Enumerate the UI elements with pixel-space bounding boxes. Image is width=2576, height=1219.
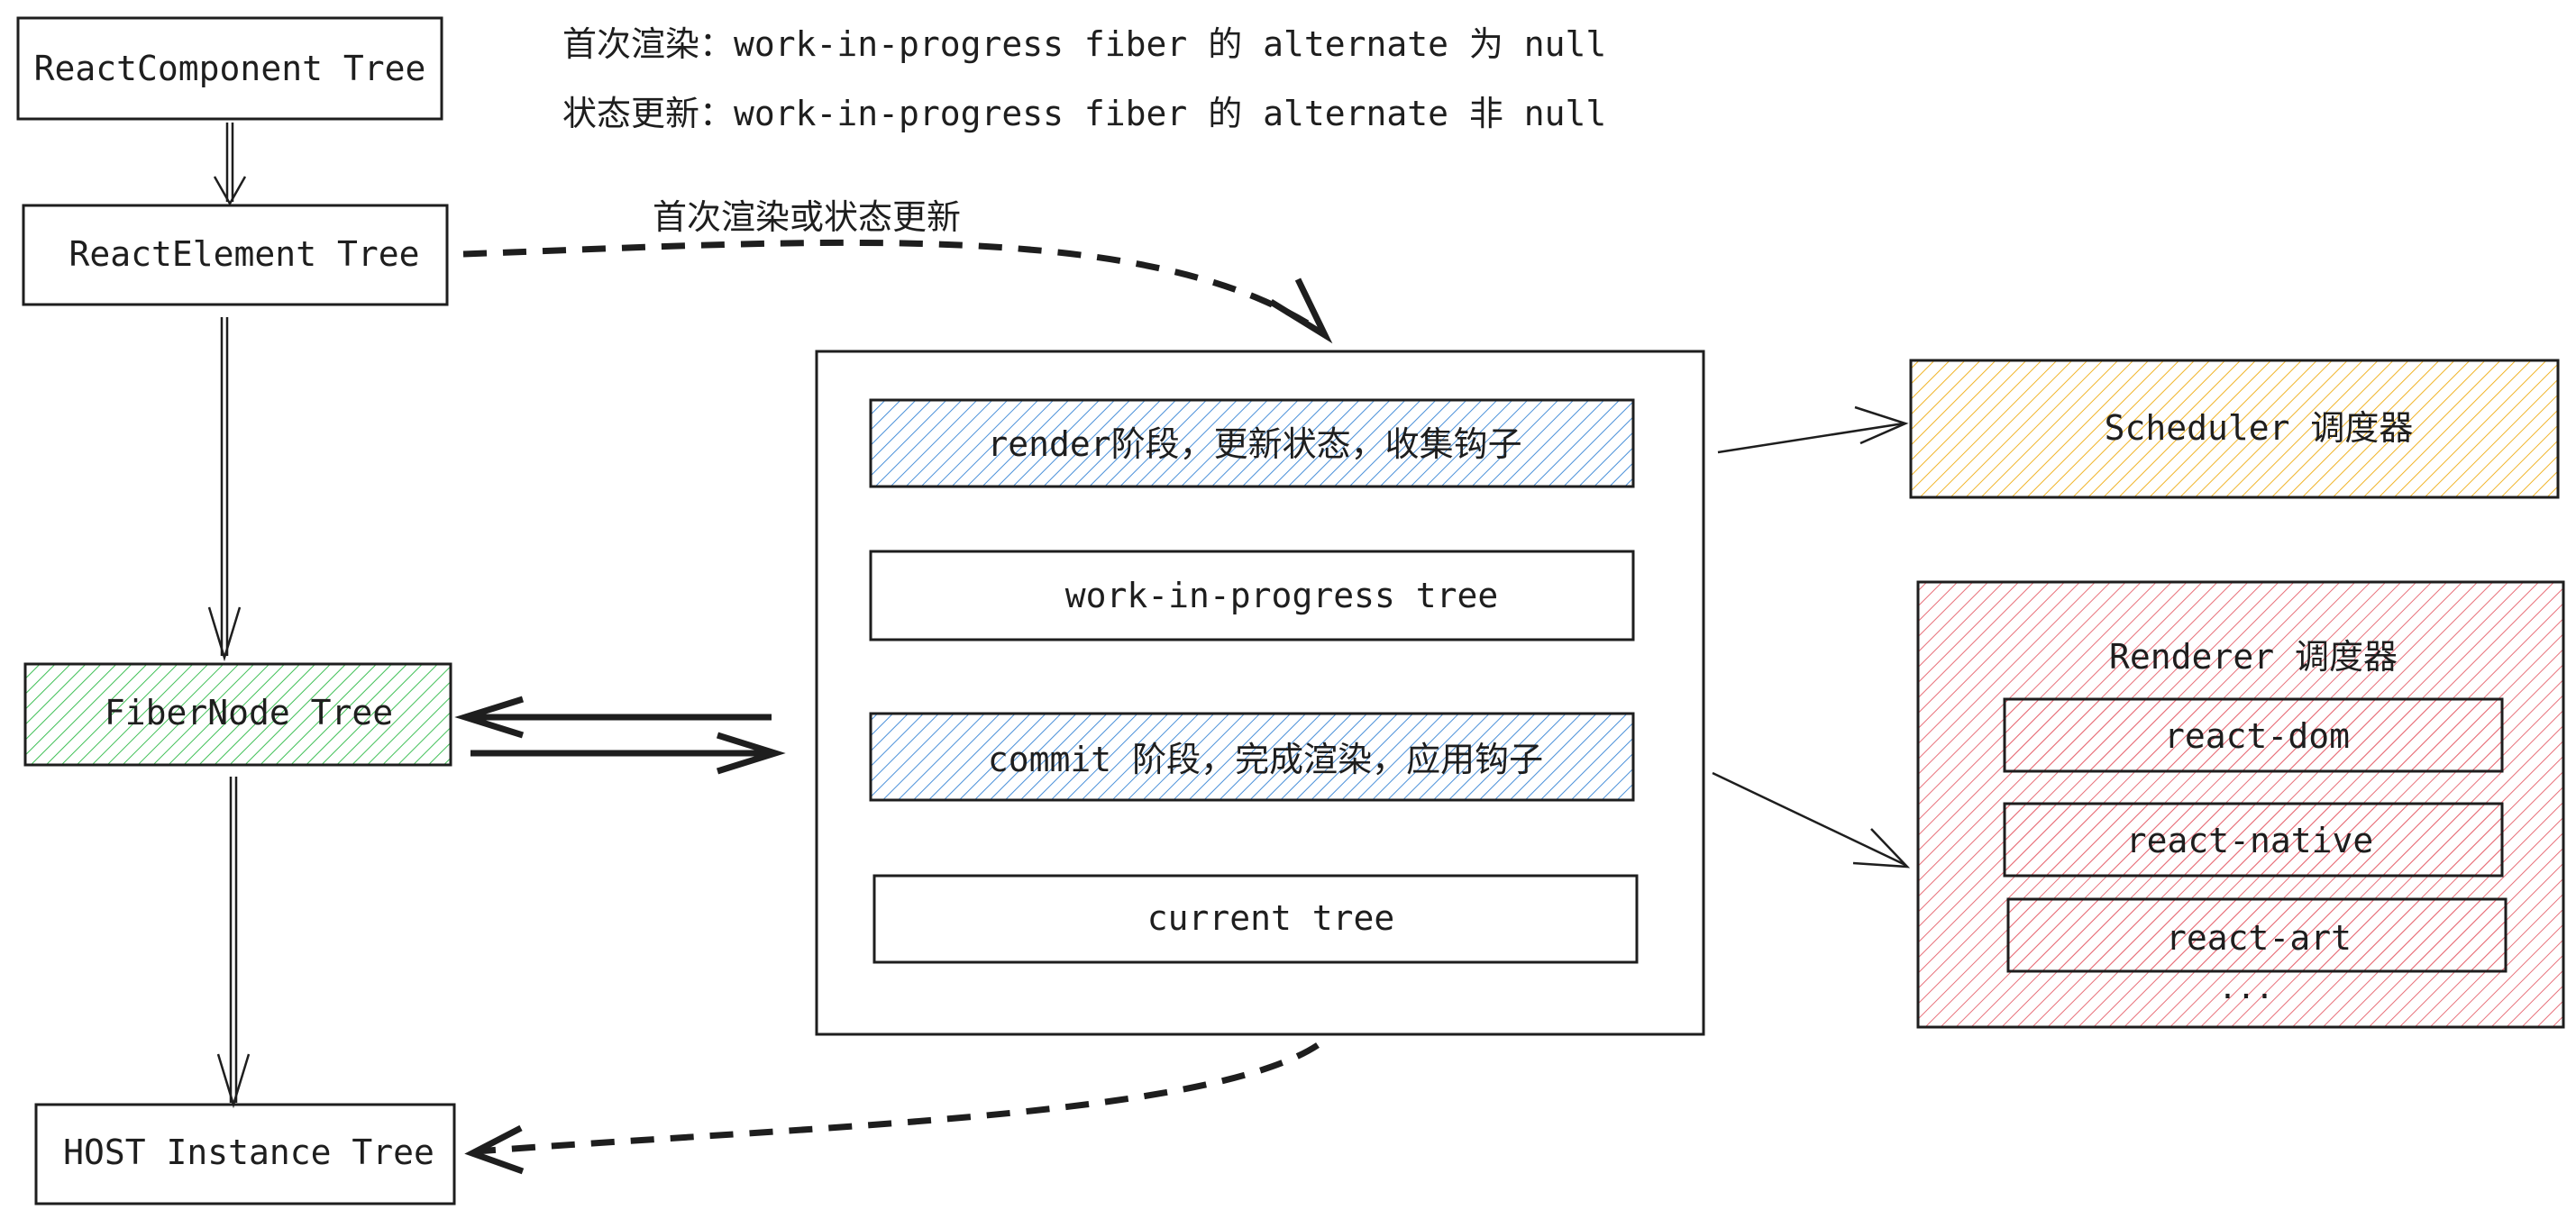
architecture-diagram: 首次渲染：work-in-progress fiber 的 alternate … — [16, 16, 2565, 1205]
scheduler-label: Scheduler 调度器 — [2105, 408, 2414, 448]
wip-tree-label: work-in-progress tree — [1065, 576, 1498, 615]
host-instance-tree-node: HOST Instance Tree — [34, 1103, 456, 1205]
renderer-item-react-art: react-art — [2006, 897, 2507, 973]
arrow-reconciler-to-renderer — [1712, 771, 1911, 869]
wip-tree-box: work-in-progress tree — [869, 550, 1635, 641]
arrow-reconciler-to-host — [464, 1042, 1320, 1175]
note-state-update: 状态更新：work-in-progress fiber 的 alternate … — [562, 94, 1606, 133]
arrow-reconciler-to-fiber — [454, 696, 772, 739]
arrow-element-to-fiber — [207, 317, 242, 662]
arrow-fiber-to-reconciler — [470, 732, 786, 775]
renderer-item-label: react-art — [2166, 918, 2352, 958]
note-first-render: 首次渲染：work-in-progress fiber 的 alternate … — [562, 24, 1606, 64]
render-phase-label: render阶段，更新状态，收集钩子 — [987, 424, 1521, 464]
commit-phase-label: commit 阶段，完成渲染，应用钩子 — [988, 740, 1543, 779]
current-tree-box: current tree — [872, 874, 1639, 964]
react-component-tree-label: ReactComponent Tree — [34, 49, 426, 88]
arrow-element-to-reconciler — [462, 239, 1333, 344]
scheduler-box: Scheduler 调度器 — [1909, 359, 2560, 499]
renderer-item-label: react-dom — [2164, 716, 2350, 756]
fibernode-tree-node: FiberNode Tree — [23, 662, 452, 767]
react-component-tree-node: ReactComponent Tree — [16, 16, 443, 121]
react-element-tree-node: ReactElement Tree — [22, 204, 449, 306]
host-instance-tree-label: HOST Instance Tree — [63, 1133, 434, 1172]
renderer-more-ellipsis: ... — [2218, 970, 2273, 1006]
react-element-tree-label: ReactElement Tree — [69, 234, 420, 274]
renderer-box: Renderer 调度器 react-dom react-native reac… — [1916, 580, 2565, 1029]
current-tree-label: current tree — [1147, 898, 1395, 938]
arrow-fiber-to-host — [216, 777, 251, 1109]
fibernode-tree-label: FiberNode Tree — [105, 693, 393, 732]
commit-phase-box: commit 阶段，完成渲染，应用钩子 — [869, 712, 1635, 802]
edge-label-first-render-or-update: 首次渲染或状态更新 — [653, 197, 961, 237]
renderer-label: Renderer 调度器 — [2109, 637, 2398, 677]
render-phase-box: render阶段，更新状态，收集钩子 — [869, 398, 1635, 488]
arrow-reconciler-to-scheduler — [1717, 405, 1909, 454]
renderer-item-react-native: react-native — [2003, 802, 2504, 878]
renderer-item-label: react-native — [2126, 821, 2374, 860]
arrow-component-to-element — [213, 123, 247, 206]
renderer-item-react-dom: react-dom — [2003, 697, 2504, 773]
